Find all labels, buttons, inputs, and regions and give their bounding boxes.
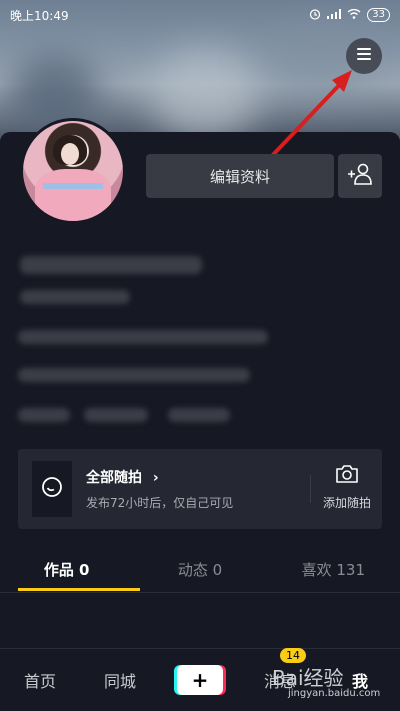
plus-icon: + [177,665,223,695]
profile-tabs: 作品 0 动态 0 喜欢 131 [0,552,400,592]
camera-icon [334,463,360,488]
story-section[interactable]: 全部随拍 › 发布72小时后，仅自己可见 添加随拍 [18,449,382,529]
watermark-url: jingyan.baidu.com [288,688,381,699]
alarm-icon [309,8,321,23]
blurred-stat-2 [84,408,148,422]
blurred-stat-3 [168,408,230,422]
add-story-button[interactable]: 添加随拍 [312,463,382,519]
add-friend-icon [347,163,373,189]
menu-button[interactable] [346,38,382,74]
blurred-bio-line-2 [18,368,250,382]
edit-profile-button[interactable]: 编辑资料 [146,154,334,198]
status-bar: 晚上10:49 33 [0,0,400,30]
wifi-icon [347,8,361,22]
story-title-text: 全部随拍 [86,470,142,486]
story-circle-icon [41,476,63,502]
avatar[interactable] [20,118,126,224]
messages-badge: 14 [280,648,306,663]
blurred-bio-line-1 [18,330,268,344]
hamburger-menu-icon [355,45,373,67]
nav-nearby[interactable]: 同城 [80,668,160,692]
tabs-divider [0,592,400,593]
blurred-stat-1 [18,408,70,422]
add-story-label: 添加随拍 [322,496,371,510]
status-time: 晚上10:49 [10,8,69,23]
tab-likes[interactable]: 喜欢 131 [267,552,400,592]
story-title[interactable]: 全部随拍 › [86,467,159,487]
tab-activity[interactable]: 动态 0 [133,552,266,592]
nav-home[interactable]: 首页 [0,668,80,692]
story-divider [310,475,311,503]
tab-works[interactable]: 作品 0 [0,552,133,592]
nav-create[interactable]: + [160,665,240,695]
add-friend-button[interactable] [338,154,382,198]
story-thumbnail[interactable] [32,461,72,517]
battery-indicator: 33 [367,8,390,22]
blurred-username [20,256,202,274]
active-tab-indicator [18,588,140,591]
watermark-brand: Bai经验 [272,666,344,690]
signal-icon [327,8,342,22]
chevron-right-icon: › [152,470,159,486]
story-subtitle: 发布72小时后，仅自己可见 [86,496,234,510]
blurred-user-id [20,290,130,304]
